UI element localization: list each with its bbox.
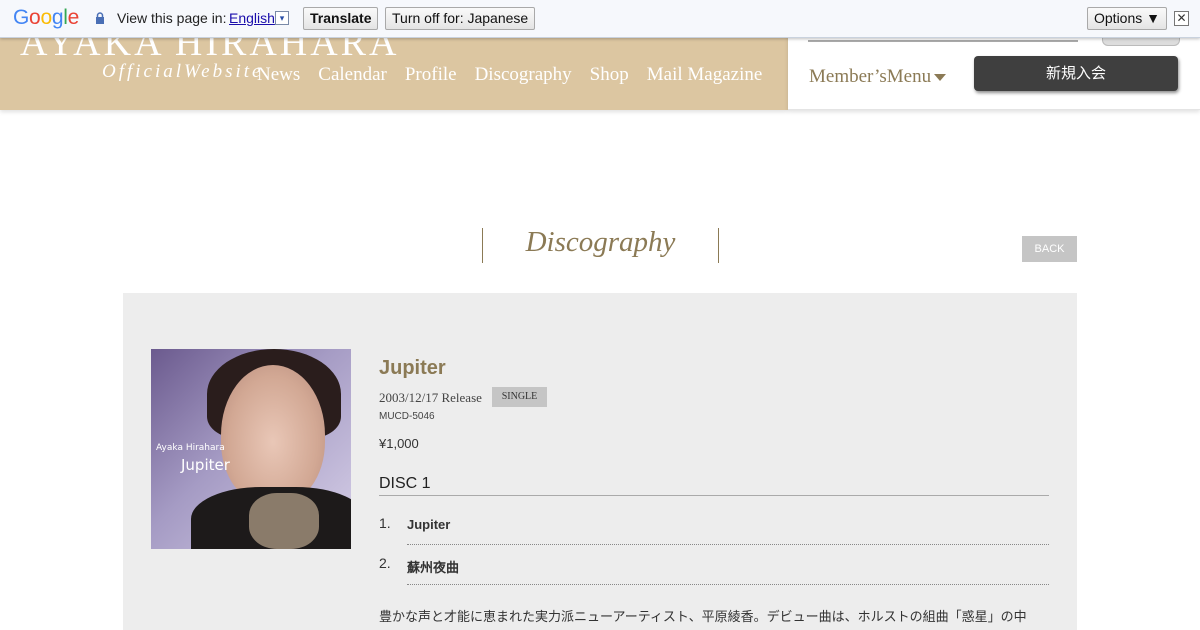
release-date: 2003/12/17 Release xyxy=(379,390,482,405)
google-logo-letter: o xyxy=(40,6,52,29)
register-button[interactable]: 新規入会 xyxy=(974,56,1178,91)
view-page-in-label: View this page in: xyxy=(117,10,227,26)
member-menu-label: Member’sMenu xyxy=(809,66,932,87)
search-input[interactable] xyxy=(808,40,1078,42)
track-row: 1. Jupiter xyxy=(379,515,1049,555)
language-link[interactable]: English xyxy=(229,10,275,26)
release-description: 豊かな声と才能に恵まれた実力派ニューアーティスト、平原綾香。デビュー曲は、ホルス… xyxy=(379,609,1027,624)
album-cover-image: Ayaka Hirahara Jupiter xyxy=(151,349,351,549)
member-menu-toggle[interactable]: Member’sMenu xyxy=(809,66,947,88)
catalog-number: MUCD-5046 xyxy=(379,411,435,422)
track-divider xyxy=(407,584,1049,585)
cover-scarf-shape xyxy=(249,493,319,549)
site-logo-subtitle: OfficialWebsite xyxy=(102,61,264,82)
release-title: Jupiter xyxy=(379,357,446,379)
back-button[interactable]: BACK xyxy=(1022,236,1077,262)
google-translate-bar: Google View this page in: English ▾ Tran… xyxy=(0,0,1200,38)
cover-artist-text: Ayaka Hirahara xyxy=(156,443,225,453)
google-logo-letter: o xyxy=(29,6,41,29)
nav-item-profile[interactable]: Profile xyxy=(405,64,457,86)
nav-item-mail-magazine[interactable]: Mail Magazine xyxy=(647,64,763,86)
translate-button[interactable]: Translate xyxy=(303,7,379,30)
track-name: 蘇州夜曲 xyxy=(407,560,460,575)
google-logo: Google xyxy=(13,6,79,30)
options-button[interactable]: Options ▼ xyxy=(1087,7,1167,30)
format-badge: SINGLE xyxy=(492,387,547,407)
lock-icon xyxy=(96,12,104,24)
language-dropdown-icon[interactable]: ▾ xyxy=(275,11,289,25)
page-title: Discography xyxy=(482,228,719,263)
track-number: 2. xyxy=(379,555,391,571)
nav-item-shop[interactable]: Shop xyxy=(590,64,629,86)
track-row: 2. 蘇州夜曲 xyxy=(379,555,1049,595)
close-icon[interactable]: ✕ xyxy=(1174,11,1189,26)
google-logo-letter: g xyxy=(51,6,64,29)
track-divider xyxy=(407,544,1049,545)
nav-item-discography[interactable]: Discography xyxy=(475,64,572,86)
nav-item-news[interactable]: News xyxy=(257,64,300,86)
cover-title-text: Jupiter xyxy=(181,456,230,474)
turn-off-translate-button[interactable]: Turn off for: Japanese xyxy=(385,7,536,30)
disc-label: DISC 1 xyxy=(379,475,1049,496)
track-name: Jupiter xyxy=(407,517,451,532)
price: ¥1,000 xyxy=(379,436,419,451)
chevron-down-icon xyxy=(934,74,947,82)
google-logo-letter: G xyxy=(13,6,30,29)
release-detail-panel: Ayaka Hirahara Jupiter Jupiter 2003/12/1… xyxy=(123,293,1077,630)
main-nav: News Calendar Profile Discography Shop M… xyxy=(257,64,762,86)
cover-face-shape xyxy=(221,365,325,505)
google-logo-letter: e xyxy=(67,6,80,29)
track-number: 1. xyxy=(379,515,391,531)
nav-item-calendar[interactable]: Calendar xyxy=(318,64,387,86)
